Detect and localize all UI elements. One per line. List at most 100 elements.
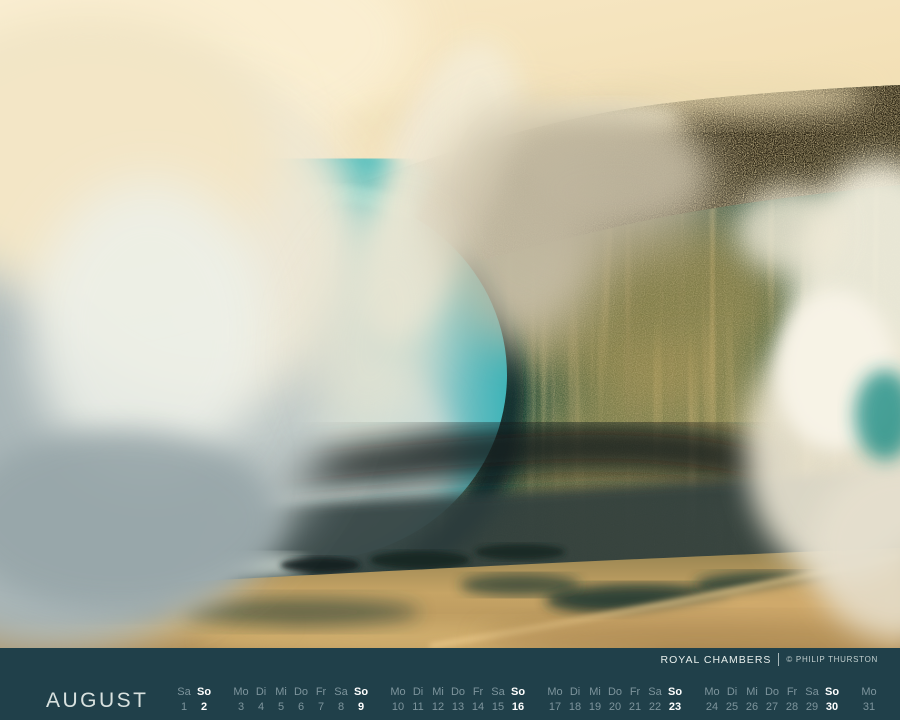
weekday-label: Di: [727, 687, 737, 698]
calendar-week: Mo 10 Di 11 Mi 12 Do 13 Fr 14 Sa 15 So 16: [389, 687, 528, 713]
weekday-label: Do: [294, 687, 308, 698]
calendar-day: Do 27: [763, 687, 782, 713]
calendar-day: Sa29: [803, 687, 822, 713]
weekday-label: So: [668, 687, 682, 698]
date-number: 22: [649, 702, 661, 713]
calendar-day: So 16: [509, 687, 528, 713]
calendar-day: Fr 28: [783, 687, 802, 713]
weekday-label: Fr: [473, 687, 483, 698]
date-number: 24: [706, 702, 718, 713]
calendar-day: Di 18: [566, 687, 585, 713]
weekday-label: Fr: [316, 687, 326, 698]
date-number: 10: [392, 702, 404, 713]
date-number: 13: [452, 702, 464, 713]
date-number: 19: [589, 702, 601, 713]
calendar-day: So 9: [352, 687, 371, 713]
weekday-label: Di: [413, 687, 423, 698]
calendar-day: Fr 14: [469, 687, 488, 713]
date-number: 5: [278, 702, 284, 713]
weekday-label: So: [197, 687, 211, 698]
calendar-day: Do 6: [292, 687, 311, 713]
date-number: 3: [238, 702, 244, 713]
date-number: 25: [726, 702, 738, 713]
date-number: 31: [863, 702, 875, 713]
date-number: 11: [412, 702, 423, 713]
calendar-page: ROYAL CHAMBERS © PHILIP THURSTON AUGUST …: [0, 0, 900, 720]
calendar-day: Mi 12: [429, 687, 448, 713]
credit-divider: [778, 653, 779, 666]
date-number: 15: [492, 702, 504, 713]
date-number: 9: [358, 702, 364, 713]
photo-credit: ROYAL CHAMBERS © PHILIP THURSTON: [661, 653, 878, 666]
weekday-label: Di: [570, 687, 580, 698]
calendar-day: Mo 24: [703, 687, 722, 713]
calendar-day: So 30: [823, 687, 842, 713]
calendar-day: Sa 22: [646, 687, 665, 713]
weekday-label: Do: [608, 687, 622, 698]
calendar-day: Sa 8: [332, 687, 351, 713]
calendar-day: Mo 3: [232, 687, 251, 713]
month-title: AUGUST: [46, 690, 149, 711]
date-number: 26: [746, 702, 758, 713]
calendar-day: Di 11: [409, 687, 428, 713]
calendar-day: Do 20: [606, 687, 625, 713]
weekday-label: Fr: [630, 687, 640, 698]
weekday-label: Mo: [861, 687, 876, 698]
weekday-label: Sa: [648, 687, 661, 698]
calendar-day: Mi 19: [586, 687, 605, 713]
date-number: 30: [826, 702, 838, 713]
footer-bar: ROYAL CHAMBERS © PHILIP THURSTON AUGUST …: [0, 648, 900, 720]
calendar-day: So 23: [666, 687, 685, 713]
weekday-label: Sa: [334, 687, 347, 698]
calendar-day: Di4: [252, 687, 271, 713]
weekday-label: Do: [451, 687, 465, 698]
weekday-label: Sa: [491, 687, 504, 698]
photo-title: ROYAL CHAMBERS: [661, 654, 772, 666]
date-number: 18: [569, 702, 581, 713]
date-number: 2: [201, 702, 207, 713]
date-number: 16: [512, 702, 524, 713]
weekday-label: Mi: [432, 687, 444, 698]
date-number: 14: [472, 702, 484, 713]
weekday-label: Do: [765, 687, 779, 698]
calendar-day: Mi 5: [272, 687, 291, 713]
weekday-label: Mi: [589, 687, 601, 698]
calendar-weeks: Sa1So2Mo3Di4Mi5Do6Fr7Sa8So9Mo10Di11Mi12D…: [175, 687, 879, 713]
weekday-label: Mo: [704, 687, 719, 698]
date-number: 6: [298, 702, 304, 713]
calendar-day: Fr 21: [626, 687, 645, 713]
weekday-label: Mo: [233, 687, 248, 698]
calendar-day: Sa 15: [489, 687, 508, 713]
calendar-day: Mo17: [546, 687, 565, 713]
calendar-week: Mo24Di25Mi26Do27Fr28Sa29So30: [703, 687, 842, 713]
wave-photo: [0, 0, 900, 648]
date-number: 21: [629, 702, 641, 713]
date-number: 23: [669, 702, 681, 713]
weekday-label: Mo: [547, 687, 562, 698]
date-number: 4: [258, 702, 264, 713]
weekday-label: So: [354, 687, 368, 698]
calendar-day: So 2: [195, 687, 214, 713]
weekday-label: Mi: [275, 687, 287, 698]
date-number: 27: [766, 702, 778, 713]
date-number: 7: [318, 702, 324, 713]
weekday-label: Fr: [787, 687, 797, 698]
weekday-label: Mo: [390, 687, 405, 698]
calendar-day: Di 25: [723, 687, 742, 713]
calendar-week: Mo 31: [860, 687, 879, 713]
date-number: 28: [786, 702, 798, 713]
weekday-label: So: [825, 687, 839, 698]
date-number: 20: [609, 702, 621, 713]
calendar-strip: AUGUST Sa1So2Mo3Di4Mi5Do6Fr7Sa8So9Mo10Di…: [46, 687, 879, 713]
calendar-day: Sa 1: [175, 687, 194, 713]
date-number: 8: [338, 702, 344, 713]
calendar-week: Mo 3 Di4 Mi 5 Do 6 Fr 7 Sa 8 So 9: [232, 687, 371, 713]
calendar-day: Mo 31: [860, 687, 879, 713]
weekday-label: So: [511, 687, 525, 698]
weekday-label: Sa: [177, 687, 190, 698]
date-number: 12: [432, 702, 444, 713]
calendar-day: Mo 10: [389, 687, 408, 713]
calendar-day: Fr 7: [312, 687, 331, 713]
date-number: 1: [181, 702, 187, 713]
wave-photo-illustration: [0, 0, 900, 648]
